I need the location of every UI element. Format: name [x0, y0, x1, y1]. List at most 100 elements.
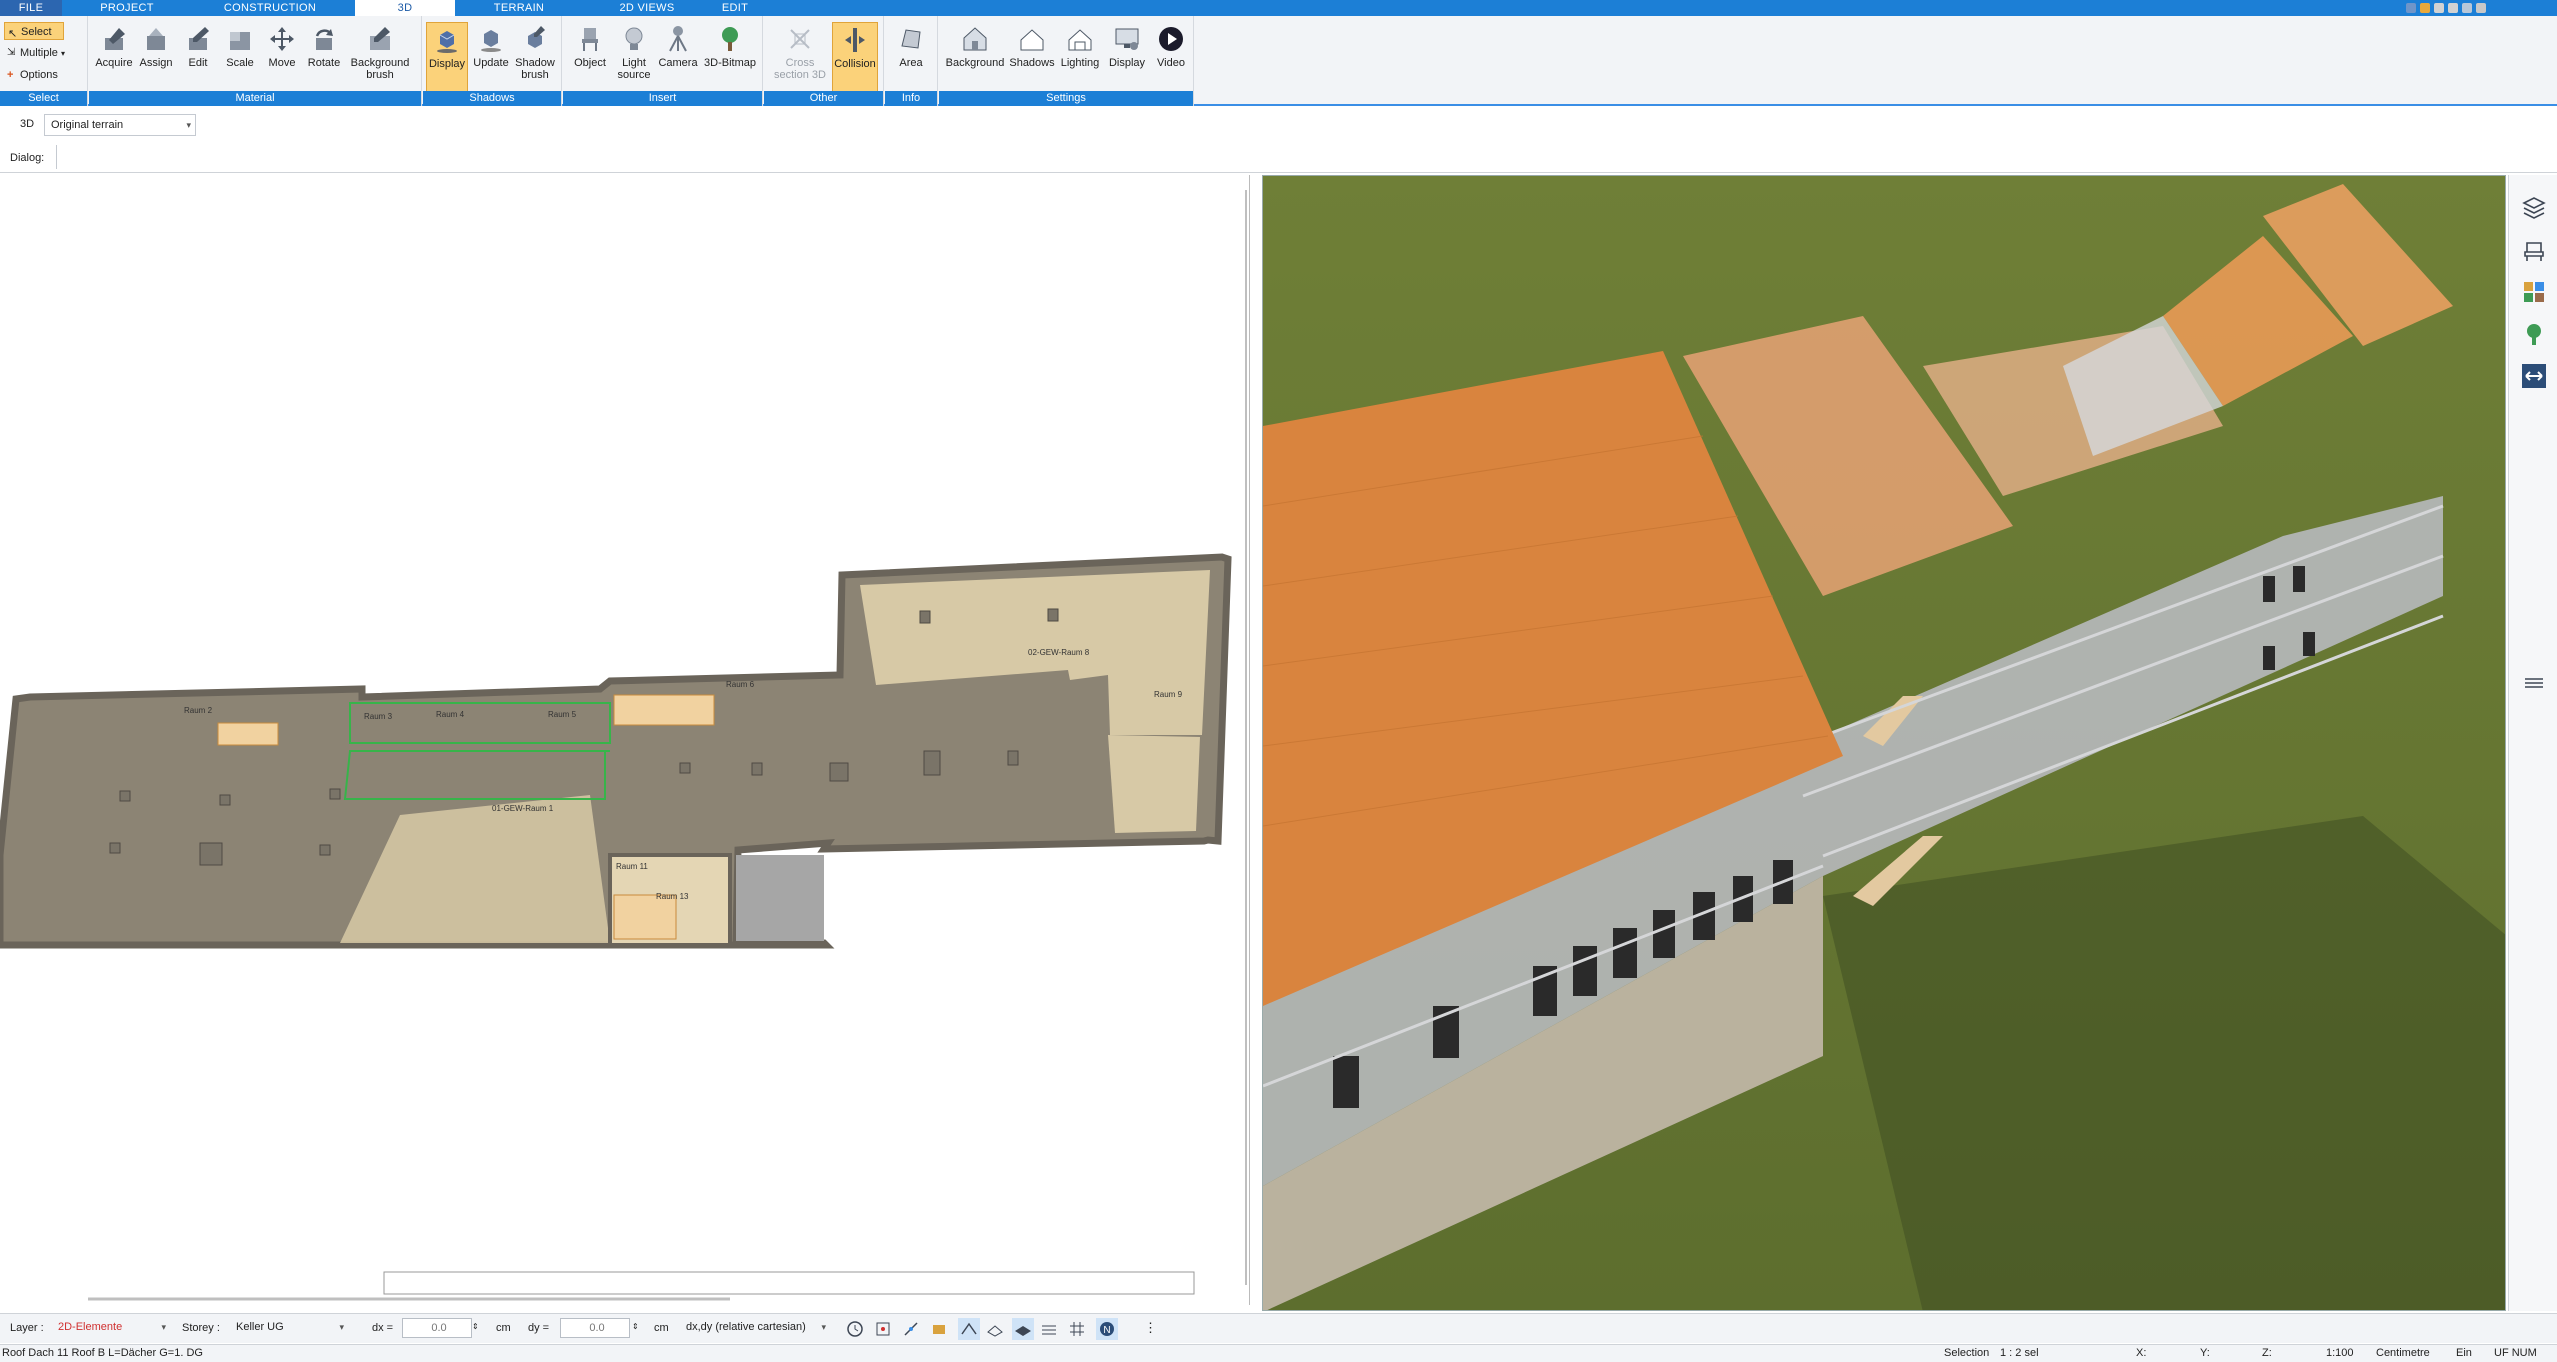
- move-arrows-icon: [270, 27, 294, 51]
- shadow-brush-icon: [528, 26, 545, 48]
- snap-object-icon[interactable]: [930, 1320, 948, 1338]
- menu-tab-project[interactable]: PROJECT: [62, 0, 192, 16]
- video-button[interactable]: Video: [1151, 22, 1191, 92]
- orthogonal-icon[interactable]: N: [1096, 1318, 1118, 1340]
- rotate-button[interactable]: Rotate: [303, 22, 345, 92]
- window-info-icon[interactable]: [2462, 3, 2472, 13]
- shadows-update-button[interactable]: Update: [470, 22, 512, 92]
- panel-collapse-icon[interactable]: [2521, 670, 2547, 696]
- acquire-button[interactable]: Acquire: [93, 22, 135, 92]
- menu-tab-3d[interactable]: 3D: [355, 0, 455, 16]
- menu-tab-construction[interactable]: CONSTRUCTION: [192, 0, 348, 16]
- room-label: Raum 4: [436, 710, 465, 719]
- background-settings-button[interactable]: Background: [943, 22, 1007, 92]
- dy-input[interactable]: 0.0: [560, 1318, 630, 1338]
- grid-icon[interactable]: [1068, 1320, 1086, 1338]
- room-label: Raum 11: [616, 862, 648, 871]
- snap-surface-icon[interactable]: [986, 1320, 1004, 1338]
- shadows-settings-button[interactable]: Shadows: [1009, 22, 1055, 92]
- light-source-button[interactable]: Light source: [613, 22, 655, 92]
- snap-point-icon[interactable]: [874, 1320, 892, 1338]
- scale-value: 1:100: [2326, 1347, 2354, 1359]
- window-restore-icon[interactable]: [2448, 3, 2458, 13]
- cursor-icon: ↖: [8, 28, 18, 40]
- menu-tab-file[interactable]: FILE: [0, 0, 62, 16]
- x-coordinate-label: X:: [2136, 1347, 2147, 1359]
- move-button[interactable]: Move: [261, 22, 303, 92]
- shadows-update-label: Update: [473, 57, 509, 69]
- window-close-icon[interactable]: [2476, 3, 2486, 13]
- house-background-icon: [963, 27, 987, 51]
- 3d-bitmap-button[interactable]: 3D-Bitmap: [701, 22, 759, 92]
- menu-tab-2d-views[interactable]: 2D VIEWS: [583, 0, 711, 16]
- terrain-dropdown[interactable]: Original terrain ▾: [44, 114, 196, 136]
- scale-button[interactable]: Scale: [219, 22, 261, 92]
- window-settings-icon[interactable]: [2420, 3, 2430, 13]
- status-bar: Roof Dach 11 Roof B L=Dächer G=1. DG Sel…: [0, 1344, 2557, 1362]
- dy-stepper[interactable]: ⇕: [632, 1322, 639, 1331]
- floor-plan-view[interactable]: Raum 2 Raum 3 Raum 4 Raum 5 Raum 6 Raum …: [0, 175, 1250, 1305]
- snap-line-icon[interactable]: [902, 1320, 920, 1338]
- background-brush-button[interactable]: Background brush: [345, 22, 415, 92]
- snap-angle-icon[interactable]: [958, 1318, 980, 1340]
- cube-shadow-icon: [437, 31, 457, 53]
- insert-object-button[interactable]: Object: [569, 22, 611, 92]
- area-button[interactable]: Area: [890, 22, 932, 92]
- play-icon: [1159, 27, 1183, 51]
- furniture-icon[interactable]: [2521, 237, 2547, 263]
- camera-button[interactable]: Camera: [657, 22, 699, 92]
- selection-label: Selection: [1944, 1347, 1990, 1359]
- chevron-down-icon: ▾: [60, 49, 65, 58]
- plants-tree-icon[interactable]: [2521, 321, 2547, 347]
- coord-mode-dropdown[interactable]: dx,dy (relative cartesian) ▾: [682, 1318, 828, 1338]
- shadows-display-button[interactable]: Display: [426, 22, 468, 92]
- chevron-down-icon: ▾: [161, 1322, 166, 1332]
- select-tool-button[interactable]: ↖ Select: [4, 22, 64, 40]
- multiple-select-dropdown[interactable]: ⇲ Multiple ▾: [6, 44, 65, 62]
- menu-tab-terrain[interactable]: TERRAIN: [455, 0, 583, 16]
- snap-level-icon[interactable]: [1040, 1320, 1058, 1338]
- 3d-bitmap-label: 3D-Bitmap: [704, 57, 756, 69]
- window-help-icon[interactable]: [2406, 3, 2416, 13]
- house-lighting-icon: [1068, 29, 1092, 51]
- cross-section-3d-button[interactable]: Cross section 3D: [770, 22, 830, 92]
- window-minimize-icon[interactable]: [2434, 3, 2444, 13]
- options-button[interactable]: + Options: [6, 66, 58, 84]
- shadows-settings-label: Shadows: [1009, 57, 1055, 69]
- camera-icon: [669, 26, 687, 52]
- menu-tab-edit[interactable]: EDIT: [711, 0, 759, 16]
- more-options-icon[interactable]: ⋮: [1144, 1320, 1157, 1336]
- dx-input[interactable]: 0.0: [402, 1318, 472, 1338]
- display-settings-button[interactable]: Display: [1105, 22, 1149, 92]
- chair-icon: [582, 28, 598, 51]
- storey-dropdown[interactable]: Keller UG ▾: [232, 1318, 348, 1338]
- ribbon-group-label-insert: Insert: [563, 91, 762, 106]
- 3d-scene[interactable]: [1263, 176, 2506, 1311]
- terrain-value: Original terrain: [51, 119, 124, 131]
- clock-icon[interactable]: [846, 1320, 864, 1338]
- video-label: Video: [1157, 57, 1185, 69]
- storey-label: Storey :: [182, 1322, 220, 1334]
- assign-button[interactable]: Assign: [135, 22, 177, 92]
- collision-label: Collision: [834, 58, 876, 70]
- cross-section-3d-label: Cross section 3D: [774, 57, 826, 81]
- object-label: Object: [574, 57, 606, 69]
- floor-plan-drawing[interactable]: Raum 2 Raum 3 Raum 4 Raum 5 Raum 6 Raum …: [0, 175, 1250, 1305]
- layers-icon[interactable]: [2521, 195, 2547, 221]
- y-coordinate-label: Y:: [2200, 1347, 2210, 1359]
- layer-value: 2D-Elemente: [58, 1321, 123, 1333]
- room-label: Raum 6: [726, 680, 755, 689]
- edit-material-button[interactable]: Edit: [177, 22, 219, 92]
- dimension-icon[interactable]: [2521, 363, 2547, 389]
- dx-stepper[interactable]: ⇕: [472, 1322, 479, 1331]
- layer-dropdown[interactable]: 2D-Elemente ▾: [54, 1318, 170, 1338]
- collision-button[interactable]: Collision: [832, 22, 878, 92]
- 3d-view[interactable]: [1262, 175, 2506, 1311]
- unit-value: Centimetre: [2376, 1347, 2430, 1359]
- ribbon-group-label-select: Select: [0, 91, 87, 106]
- snap-plane-icon[interactable]: [1012, 1318, 1034, 1340]
- lighting-settings-button[interactable]: Lighting: [1057, 22, 1103, 92]
- paint-bucket-icon: [147, 28, 165, 50]
- shadow-brush-button[interactable]: Shadow brush: [514, 22, 556, 92]
- materials-palette-icon[interactable]: [2521, 279, 2547, 305]
